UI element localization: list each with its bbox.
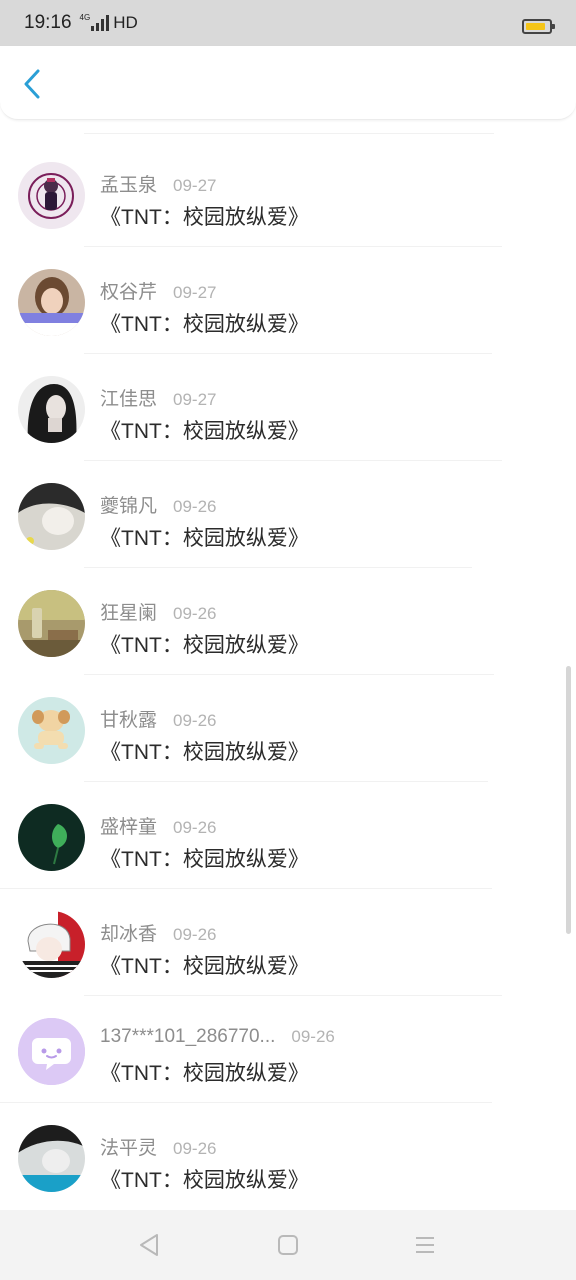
book-title: 《TNT：校园放纵爱》 bbox=[100, 527, 309, 550]
book-title: 《TNT：校园放纵爱》 bbox=[100, 206, 309, 229]
list-item[interactable]: 137***101_286770... 09-26 《TNT：校园放纵爱》 bbox=[0, 996, 576, 1103]
reader-name: 孟玉泉 bbox=[100, 175, 158, 196]
list-item[interactable]: 却冰香 09-26 《TNT：校园放纵爱》 bbox=[0, 889, 576, 996]
list-item[interactable]: 江佳思 09-27 《TNT：校园放纵爱》 bbox=[0, 354, 576, 461]
reader-name: 却冰香 bbox=[100, 924, 158, 945]
battery-icon bbox=[522, 19, 555, 34]
back-button[interactable] bbox=[18, 68, 46, 100]
reader-name: 夔锦凡 bbox=[100, 496, 158, 517]
read-date: 09-26 bbox=[173, 925, 217, 944]
read-date: 09-26 bbox=[173, 604, 217, 623]
chat-bubble-icon bbox=[18, 1018, 85, 1085]
book-title: 《TNT：校园放纵爱》 bbox=[100, 634, 309, 657]
book-title: 《TNT：校园放纵爱》 bbox=[100, 420, 309, 443]
reader-name: 137***101_286770... bbox=[100, 1026, 276, 1047]
read-date: 09-27 bbox=[173, 283, 217, 302]
menu-lines-icon bbox=[416, 1237, 434, 1253]
list-top-divider bbox=[84, 133, 494, 134]
avatar[interactable] bbox=[18, 1018, 85, 1085]
reader-name: 盛梓童 bbox=[100, 817, 158, 838]
status-time: 19:16 bbox=[24, 12, 72, 33]
read-date: 09-26 bbox=[173, 1139, 217, 1158]
list-item[interactable]: 盛梓童 09-26 《TNT：校园放纵爱》 bbox=[0, 782, 576, 889]
list-item[interactable]: 夔锦凡 09-26 《TNT：校园放纵爱》 bbox=[0, 461, 576, 568]
square-home-icon bbox=[278, 1235, 298, 1255]
read-date: 09-26 bbox=[173, 711, 217, 730]
list-item[interactable]: 狂星阑 09-26 《TNT：校园放纵爱》 bbox=[0, 568, 576, 675]
reader-name: 甘秋露 bbox=[100, 710, 158, 731]
avatar[interactable] bbox=[18, 911, 85, 978]
nav-home-button[interactable] bbox=[275, 1232, 301, 1258]
nav-menu-button[interactable] bbox=[412, 1232, 438, 1258]
status-bar: 19:16 4G HD bbox=[0, 0, 576, 46]
system-nav-bar bbox=[0, 1210, 576, 1280]
avatar[interactable] bbox=[18, 376, 85, 443]
book-title: 《TNT：校园放纵爱》 bbox=[100, 1062, 309, 1085]
avatar[interactable] bbox=[18, 697, 85, 764]
read-date: 09-27 bbox=[173, 390, 217, 409]
read-date: 09-26 bbox=[291, 1027, 335, 1046]
reader-name: 权谷芹 bbox=[100, 282, 158, 303]
reader-name: 法平灵 bbox=[100, 1138, 158, 1159]
reader-name: 狂星阑 bbox=[100, 603, 158, 624]
chevron-left-icon bbox=[24, 69, 40, 99]
list-item[interactable]: 孟玉泉 09-27 《TNT：校园放纵爱》 bbox=[0, 140, 576, 247]
book-title: 《TNT：校园放纵爱》 bbox=[100, 848, 309, 871]
signal-icon bbox=[91, 15, 110, 31]
read-date: 09-26 bbox=[173, 818, 217, 837]
hd-indicator: HD bbox=[113, 13, 138, 32]
book-title: 《TNT：校园放纵爱》 bbox=[100, 741, 309, 764]
list-item[interactable]: 甘秋露 09-26 《TNT：校园放纵爱》 bbox=[0, 675, 576, 782]
list-item[interactable]: 法平灵 09-26 《TNT：校园放纵爱》 bbox=[0, 1103, 576, 1210]
avatar[interactable] bbox=[18, 483, 85, 550]
avatar[interactable] bbox=[18, 590, 85, 657]
avatar[interactable] bbox=[18, 1125, 85, 1192]
avatar[interactable] bbox=[18, 269, 85, 336]
list-item[interactable]: 权谷芹 09-27 《TNT：校园放纵爱》 bbox=[0, 247, 576, 354]
book-title: 《TNT：校园放纵爱》 bbox=[100, 955, 309, 978]
read-date: 09-26 bbox=[173, 497, 217, 516]
read-date: 09-27 bbox=[173, 176, 217, 195]
triangle-back-icon bbox=[140, 1234, 158, 1256]
book-title: 《TNT：校园放纵爱》 bbox=[100, 313, 309, 336]
nav-back-button[interactable] bbox=[136, 1232, 162, 1258]
network-type: 4G bbox=[79, 12, 91, 22]
scrollbar[interactable] bbox=[566, 666, 571, 934]
avatar[interactable] bbox=[18, 162, 85, 229]
reader-name: 江佳思 bbox=[100, 389, 158, 410]
header-bar bbox=[0, 46, 576, 120]
book-title: 《TNT：校园放纵爱》 bbox=[100, 1169, 309, 1192]
avatar[interactable] bbox=[18, 804, 85, 871]
